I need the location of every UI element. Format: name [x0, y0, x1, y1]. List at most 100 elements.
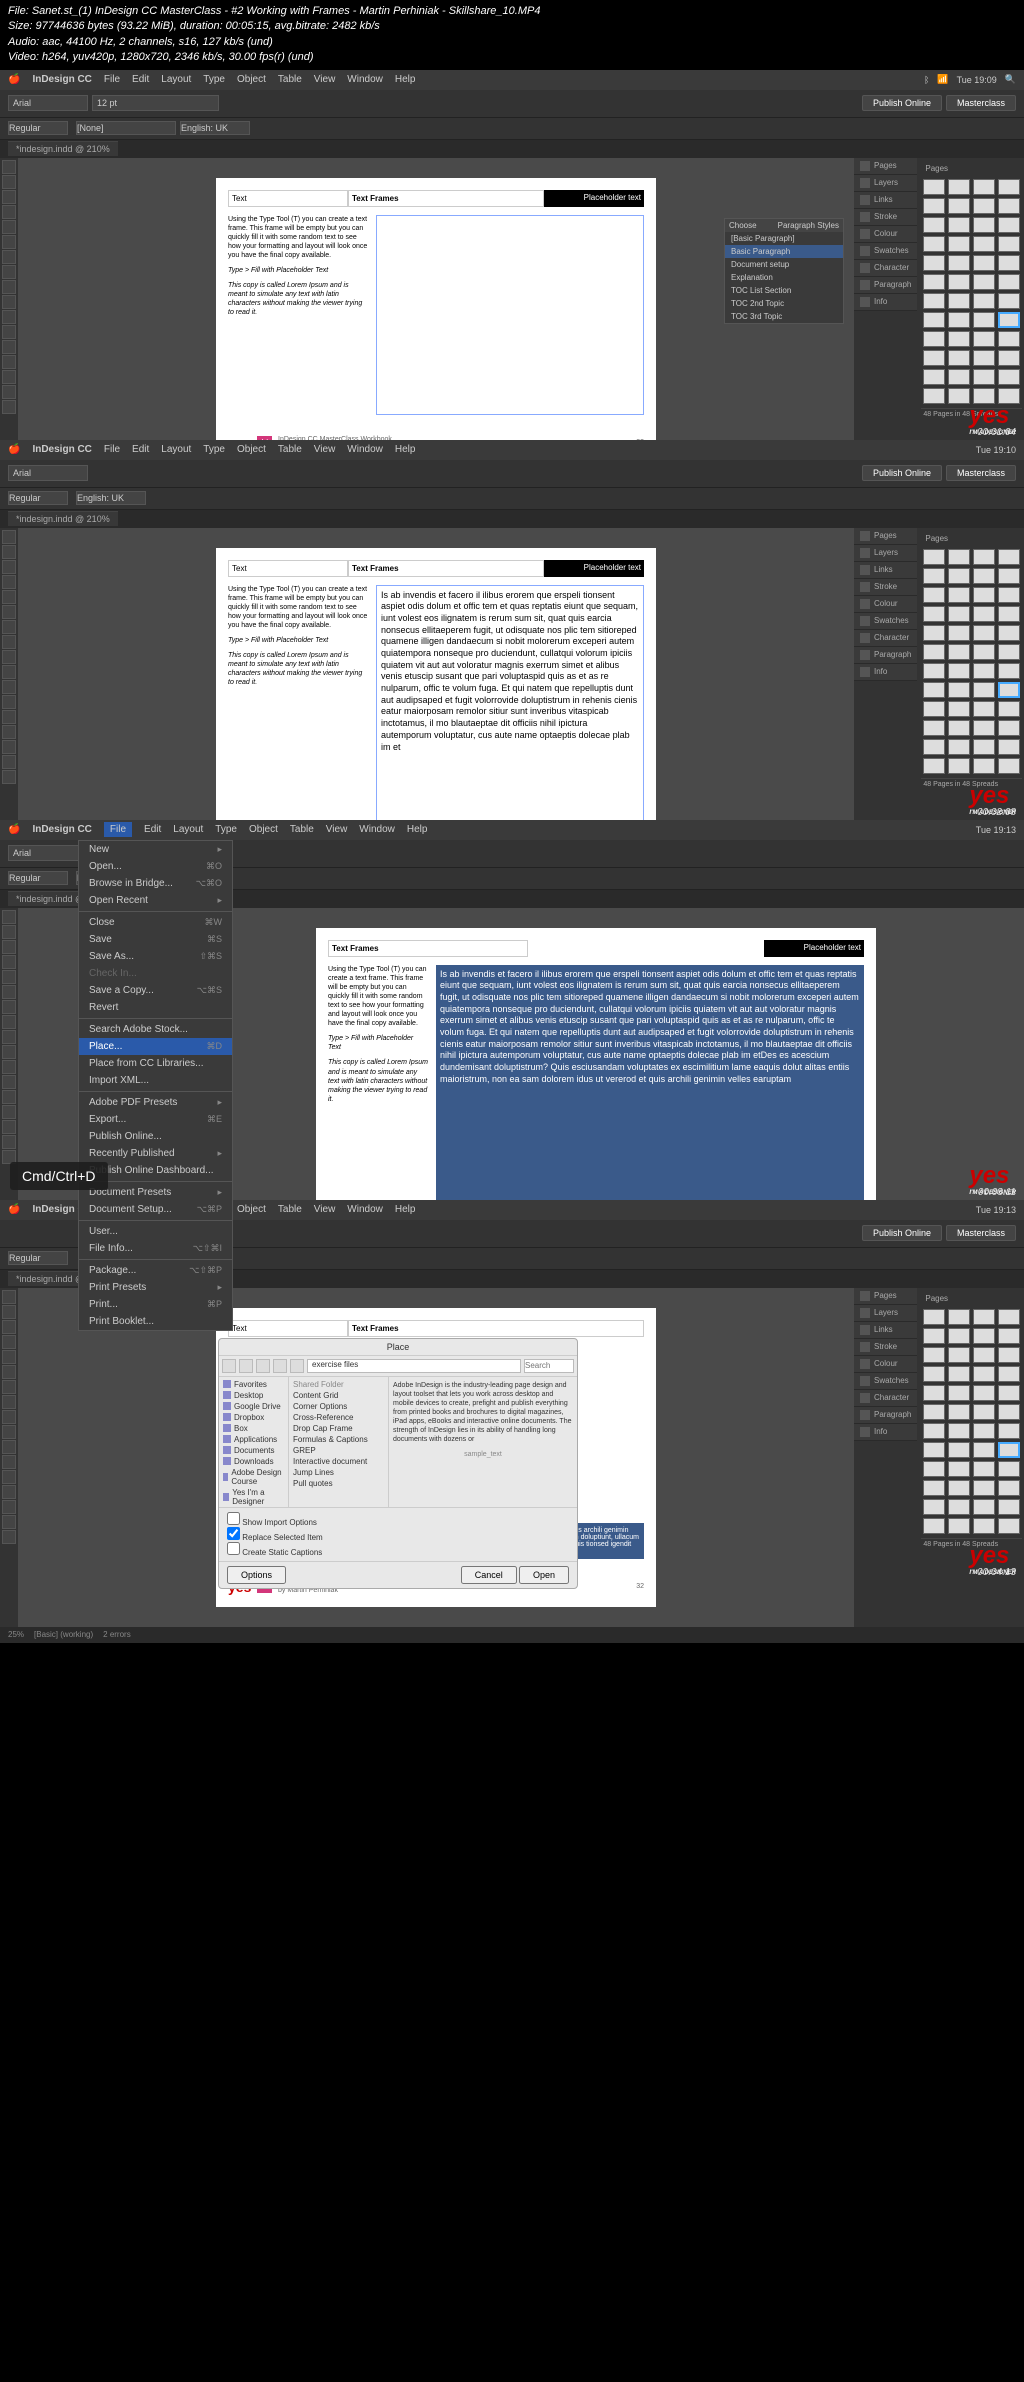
font-weight[interactable]: [8, 121, 68, 135]
para-style-item[interactable]: Explanation: [725, 271, 843, 284]
page-thumb[interactable]: [923, 663, 945, 679]
page-thumb[interactable]: [973, 217, 995, 233]
page-thumb[interactable]: [973, 568, 995, 584]
page-thumb[interactable]: [948, 1518, 970, 1534]
page-thumb[interactable]: [948, 720, 970, 736]
type-tool[interactable]: [2, 1350, 16, 1364]
page-thumb[interactable]: [998, 1366, 1020, 1382]
page-thumb[interactable]: [948, 549, 970, 565]
rect-tool[interactable]: [2, 1425, 16, 1439]
page-thumb[interactable]: [973, 606, 995, 622]
file-menu-item[interactable]: Adobe PDF Presets▸: [79, 1094, 232, 1111]
gradient-tool[interactable]: [2, 1470, 16, 1484]
page-thumb[interactable]: [923, 1442, 945, 1458]
pen-tool[interactable]: [2, 1000, 16, 1014]
page-thumb[interactable]: [973, 293, 995, 309]
page-thumb[interactable]: [948, 1309, 970, 1325]
file-item[interactable]: Cross-Reference: [291, 1412, 386, 1423]
file-menu-item[interactable]: Document Setup...⌥⌘P: [79, 1201, 232, 1218]
file-menu-item[interactable]: Search Adobe Stock...: [79, 1021, 232, 1038]
page-thumb[interactable]: [923, 1518, 945, 1534]
panel-stroke[interactable]: Stroke: [854, 579, 917, 596]
file-menu-item[interactable]: Browse in Bridge...⌥⌘O: [79, 875, 232, 892]
page-thumb[interactable]: [973, 720, 995, 736]
page-thumb[interactable]: [923, 274, 945, 290]
panel-links[interactable]: Links: [854, 1322, 917, 1339]
page-thumb[interactable]: [973, 350, 995, 366]
page-thumb[interactable]: [923, 369, 945, 385]
pencil-tool[interactable]: [2, 1395, 16, 1409]
page-thumb[interactable]: [973, 549, 995, 565]
show-import-opts[interactable]: [227, 1512, 240, 1525]
eyedropper-tool[interactable]: [2, 1120, 16, 1134]
scissors-tool[interactable]: [2, 680, 16, 694]
page-thumb[interactable]: [923, 1499, 945, 1515]
page-thumb[interactable]: [973, 1366, 995, 1382]
hand-tool[interactable]: [2, 755, 16, 769]
menu-type[interactable]: Type: [203, 74, 225, 85]
pencil-tool[interactable]: [2, 265, 16, 279]
note-tool[interactable]: [2, 1105, 16, 1119]
scissors-tool[interactable]: [2, 310, 16, 324]
page-thumb[interactable]: [948, 1461, 970, 1477]
page-thumb[interactable]: [948, 198, 970, 214]
page-thumb[interactable]: [948, 568, 970, 584]
page-thumb[interactable]: [998, 568, 1020, 584]
page-thumb[interactable]: [973, 1480, 995, 1496]
eyedropper-tool[interactable]: [2, 740, 16, 754]
publish-button[interactable]: Publish Online: [862, 95, 942, 111]
sidebar-location[interactable]: Documents: [221, 1445, 286, 1456]
file-item[interactable]: Formulas & Captions: [291, 1434, 386, 1445]
panel-links[interactable]: Links: [854, 562, 917, 579]
panel-colour[interactable]: Colour: [854, 226, 917, 243]
page-thumb[interactable]: [923, 1404, 945, 1420]
page-thumb[interactable]: [923, 1480, 945, 1496]
page-thumb[interactable]: [948, 369, 970, 385]
page-thumb[interactable]: [998, 255, 1020, 271]
rect-frame-tool[interactable]: [2, 1030, 16, 1044]
page-thumb[interactable]: [923, 720, 945, 736]
gap-tool[interactable]: [2, 205, 16, 219]
menu-file[interactable]: File: [104, 74, 120, 85]
page-thumb[interactable]: [973, 663, 995, 679]
page-thumb[interactable]: [923, 1461, 945, 1477]
file-list[interactable]: Shared Folder Content GridCorner Options…: [289, 1377, 389, 1507]
file-item[interactable]: Corner Options: [291, 1401, 386, 1412]
page-thumb[interactable]: [948, 274, 970, 290]
page-thumb[interactable]: [998, 1347, 1020, 1363]
rect-tool[interactable]: [2, 1045, 16, 1059]
menu-layout[interactable]: Layout: [161, 74, 191, 85]
file-menu-item[interactable]: Import XML...: [79, 1072, 232, 1089]
pen-tool[interactable]: [2, 620, 16, 634]
page-thumb[interactable]: [998, 1461, 1020, 1477]
page-thumb[interactable]: [923, 350, 945, 366]
page-thumb[interactable]: [948, 1347, 970, 1363]
page-thumb[interactable]: [923, 1366, 945, 1382]
file-menu-item[interactable]: Check In...: [79, 965, 232, 982]
page-thumb[interactable]: [998, 198, 1020, 214]
file-menu-item[interactable]: New▸: [79, 841, 232, 858]
rect-frame-tool[interactable]: [2, 280, 16, 294]
page-thumb[interactable]: [923, 293, 945, 309]
menu-table[interactable]: Table: [278, 74, 302, 85]
page-thumb[interactable]: [998, 758, 1020, 774]
page-thumb[interactable]: [948, 1404, 970, 1420]
canvas[interactable]: Text Text Frames Placeholder text Using …: [18, 158, 854, 483]
page-thumb[interactable]: [973, 682, 995, 698]
panel-swatches[interactable]: Swatches: [854, 613, 917, 630]
zoom-tool[interactable]: [2, 400, 16, 414]
panel-character[interactable]: Character: [854, 260, 917, 277]
page-thumb[interactable]: [948, 758, 970, 774]
apple-icon[interactable]: 🍎: [8, 444, 20, 455]
page-thumb[interactable]: [948, 682, 970, 698]
file-menu-item[interactable]: Package...⌥⇧⌘P: [79, 1262, 232, 1279]
page-thumb[interactable]: [923, 331, 945, 347]
line-tool[interactable]: [2, 605, 16, 619]
page-thumb[interactable]: [948, 1366, 970, 1382]
page-thumb[interactable]: [973, 1499, 995, 1515]
note-tool[interactable]: [2, 1485, 16, 1499]
page-thumb[interactable]: [998, 293, 1020, 309]
file-menu-item[interactable]: Place...⌘D: [79, 1038, 232, 1055]
page-thumb[interactable]: [998, 1442, 1020, 1458]
file-item[interactable]: Content Grid: [291, 1390, 386, 1401]
